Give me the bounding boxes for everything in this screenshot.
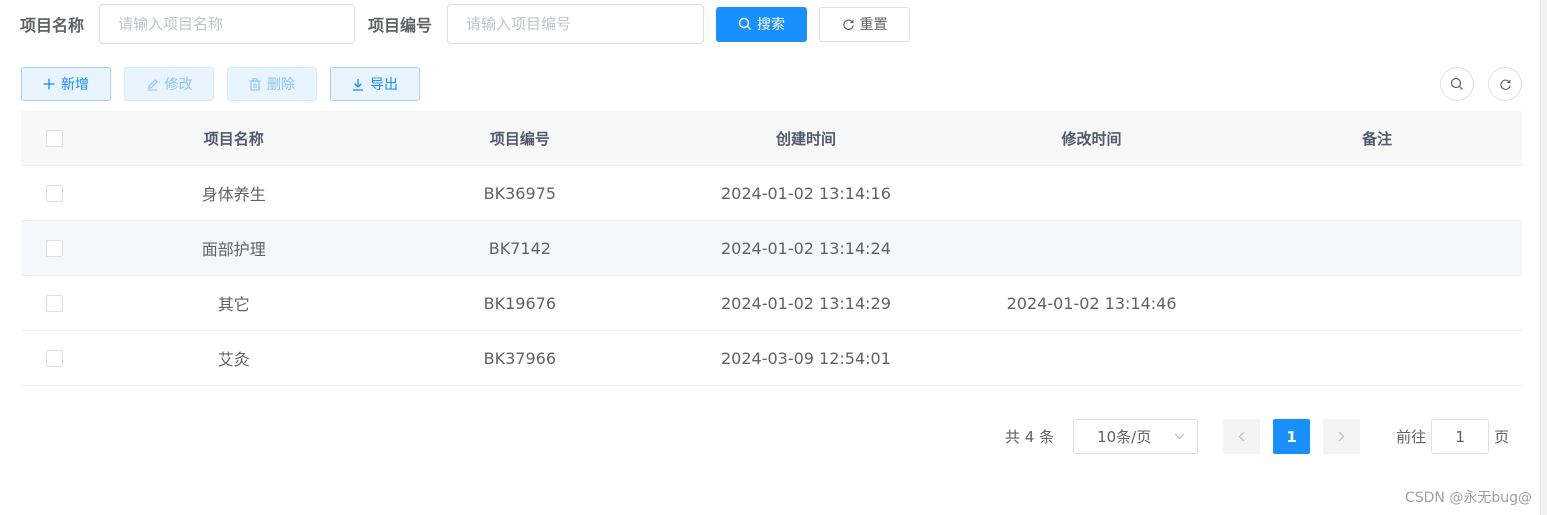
refresh-icon (1499, 79, 1511, 90)
download-icon (353, 78, 363, 91)
edit-button-label: 修改 (164, 77, 193, 93)
row-checkbox[interactable] (46, 294, 64, 312)
project-name-cell: 面部护理 (201, 240, 266, 259)
search-button-label: 搜索 (757, 17, 786, 33)
row-select-cell (21, 349, 89, 367)
project-name-cell: 艾灸 (217, 350, 250, 369)
row-select-cell (21, 239, 89, 257)
next-page-button[interactable] (1323, 419, 1361, 454)
export-button[interactable]: 导出 (330, 67, 420, 101)
goto-label: 前往 (1396, 428, 1427, 446)
project-table: 项目名称 项目编号 创建时间 修改时间 备注 身体养生 BK36975 2024… (21, 111, 1522, 386)
search-form: 项目名称 项目编号 搜索 重置 (20, 4, 911, 44)
project-name-input[interactable] (99, 4, 356, 44)
reset-button[interactable]: 重置 (819, 6, 911, 42)
table-row[interactable]: 面部护理 BK7142 2024-01-02 13:14:24 (21, 221, 1522, 276)
project-name-cell: 身体养生 (201, 185, 266, 204)
goto-page-input[interactable] (1431, 419, 1490, 454)
plus-icon (43, 78, 55, 90)
column-header[interactable]: 项目名称 (89, 128, 379, 149)
scrollbar-track[interactable] (1540, 0, 1547, 515)
page-suffix: 页 (1494, 428, 1510, 446)
export-button-label: 导出 (370, 77, 398, 93)
page-number-current[interactable]: 1 (1273, 419, 1311, 454)
toolbar: 新增 修改 删除 导出 (21, 67, 433, 101)
refresh-icon (842, 19, 854, 30)
delete-button[interactable]: 删除 (227, 67, 317, 101)
row-select-cell (21, 294, 89, 312)
select-all-cell (21, 129, 89, 147)
created-time-cell: 2024-03-09 12:54:01 (720, 348, 891, 368)
reset-button-label: 重置 (859, 17, 888, 33)
table-row[interactable]: 艾灸 BK37966 2024-03-09 12:54:01 (21, 331, 1522, 386)
project-code-cell: BK37966 (483, 348, 557, 368)
modified-time-cell: 2024-01-02 13:14:46 (1006, 293, 1177, 313)
project-code-label: 项目编号 (368, 16, 433, 35)
column-header[interactable]: 修改时间 (951, 128, 1233, 149)
page-size-value: 10条/页 (1097, 428, 1152, 446)
select-all-checkbox[interactable] (46, 129, 64, 147)
created-time-cell: 2024-01-02 13:14:24 (720, 238, 891, 258)
column-header[interactable]: 项目编号 (379, 128, 662, 149)
chevron-left-icon (1238, 431, 1245, 442)
edit-icon (147, 78, 158, 91)
table-row[interactable]: 其它 BK19676 2024-01-02 13:14:29 2024-01-0… (21, 276, 1522, 331)
add-button[interactable]: 新增 (21, 67, 111, 101)
project-name-label: 项目名称 (20, 16, 85, 35)
project-code-cell: BK36975 (483, 183, 557, 203)
toggle-search-button[interactable] (1440, 67, 1474, 101)
chevron-down-icon (1174, 433, 1185, 440)
row-checkbox[interactable] (46, 239, 64, 257)
pagination: 共 4 条 10条/页 1 前往 页 (1005, 419, 1509, 454)
add-button-label: 新增 (61, 77, 89, 93)
row-checkbox[interactable] (46, 184, 64, 202)
edit-button[interactable]: 修改 (124, 67, 214, 101)
search-icon (1450, 77, 1463, 90)
column-header[interactable]: 备注 (1232, 128, 1522, 149)
delete-button-label: 删除 (267, 77, 295, 93)
watermark: CSDN @永无bug@ (1404, 490, 1532, 506)
prev-page-button[interactable] (1223, 419, 1261, 454)
page-size-select[interactable]: 10条/页 (1073, 419, 1199, 454)
project-code-input[interactable] (447, 4, 705, 44)
project-code-cell: BK19676 (483, 293, 557, 313)
refresh-table-button[interactable] (1488, 67, 1522, 101)
total-count: 共 4 条 (1005, 428, 1055, 446)
table-header: 项目名称 项目编号 创建时间 修改时间 备注 (21, 111, 1522, 166)
created-time-cell: 2024-01-02 13:14:16 (720, 183, 891, 203)
trash-icon (249, 77, 261, 91)
created-time-cell: 2024-01-02 13:14:29 (720, 293, 891, 313)
row-select-cell (21, 184, 89, 202)
row-checkbox[interactable] (46, 349, 64, 367)
table-row[interactable]: 身体养生 BK36975 2024-01-02 13:14:16 (21, 166, 1522, 221)
project-code-cell: BK7142 (488, 238, 551, 258)
search-button[interactable]: 搜索 (716, 6, 808, 42)
column-header[interactable]: 创建时间 (661, 128, 951, 149)
project-name-cell: 其它 (217, 295, 250, 314)
search-icon (738, 17, 752, 30)
chevron-right-icon (1338, 431, 1345, 442)
